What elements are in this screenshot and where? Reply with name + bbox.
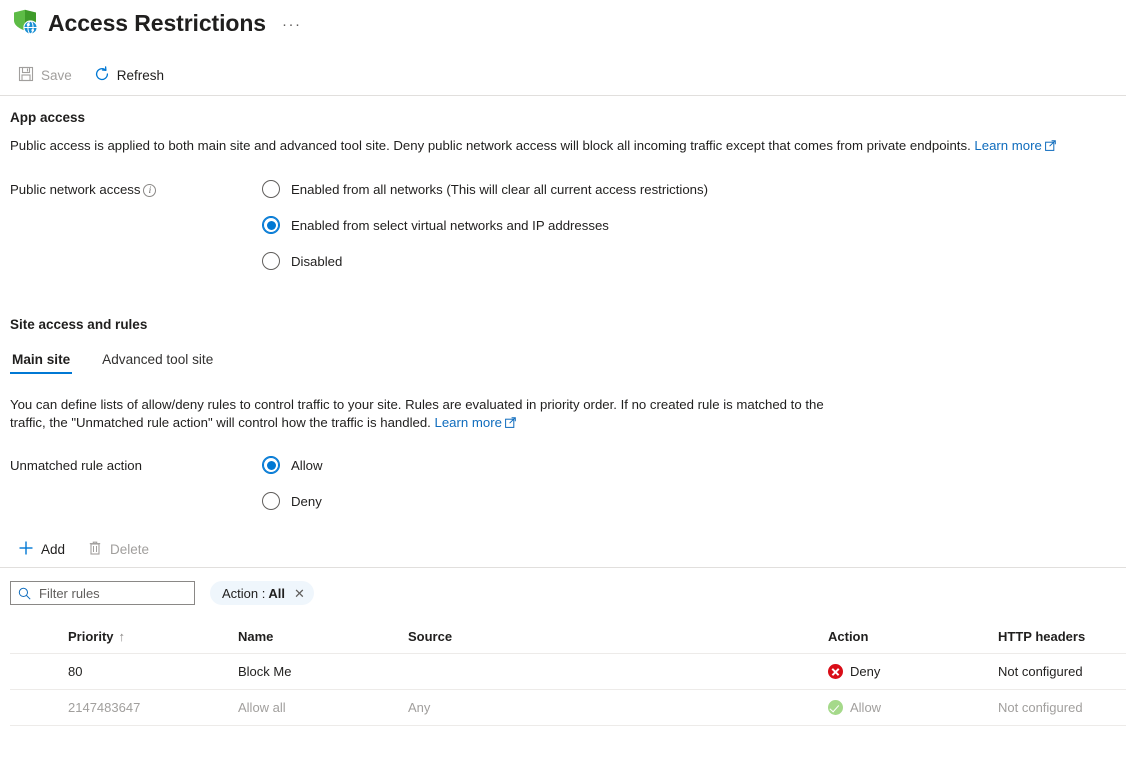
radio-indicator xyxy=(262,252,280,270)
save-disk-icon xyxy=(18,66,34,85)
table-row[interactable]: 80 Block Me Deny Not configured xyxy=(10,653,1126,690)
radio-enabled-all-networks[interactable]: Enabled from all networks (This will cle… xyxy=(262,180,1126,198)
info-icon[interactable]: i xyxy=(143,184,157,197)
cell-action-label: Deny xyxy=(850,664,881,679)
radio-label: Enabled from select virtual networks and… xyxy=(291,217,609,233)
cell-source: Any xyxy=(408,689,828,726)
radio-enabled-select-networks[interactable]: Enabled from select virtual networks and… xyxy=(262,216,1126,234)
cell-source xyxy=(408,653,828,690)
radio-unmatched-deny[interactable]: Deny xyxy=(262,492,1126,510)
save-button-label: Save xyxy=(41,68,72,83)
public-network-access-label: Public network access i xyxy=(10,180,262,270)
search-icon xyxy=(18,587,31,600)
delete-rule-button-label: Delete xyxy=(110,542,150,557)
column-header-http-headers[interactable]: HTTP headers xyxy=(998,629,1126,654)
radio-disabled[interactable]: Disabled xyxy=(262,252,1126,270)
search-input[interactable] xyxy=(39,585,194,601)
site-access-description: You can define lists of allow/deny rules… xyxy=(0,396,840,433)
site-access-description-text: You can define lists of allow/deny rules… xyxy=(10,397,824,430)
save-button[interactable]: Save xyxy=(14,61,80,91)
trash-icon xyxy=(87,540,103,559)
app-access-heading: App access xyxy=(10,110,86,125)
cell-name: Block Me xyxy=(238,653,408,690)
refresh-button-label: Refresh xyxy=(116,68,165,83)
table-header-row: Priority ↑ Name Source Action HTTP header… xyxy=(10,629,1126,654)
app-access-description-text: Public access is applied to both main si… xyxy=(10,138,971,153)
unmatched-rule-action-field: Unmatched rule action Allow Deny xyxy=(0,456,1126,510)
filter-pill-label: Action : xyxy=(222,585,266,601)
add-rule-button-label: Add xyxy=(41,542,66,557)
cell-http-headers: Not configured xyxy=(998,689,1126,726)
radio-indicator xyxy=(262,180,280,198)
more-menu-button[interactable]: ··· xyxy=(282,17,302,32)
filter-bar: Action : All ✕ xyxy=(0,581,1126,605)
command-bar: Save Refresh xyxy=(0,56,1126,96)
shield-globe-icon xyxy=(10,8,40,38)
radio-label: Allow xyxy=(291,457,323,473)
plus-icon xyxy=(18,540,34,559)
site-access-heading: Site access and rules xyxy=(10,317,148,332)
refresh-button[interactable]: Refresh xyxy=(90,61,172,91)
cell-action-label: Allow xyxy=(850,700,882,715)
app-access-description: Public access is applied to both main si… xyxy=(0,137,1100,156)
radio-unmatched-allow[interactable]: Allow xyxy=(262,456,1126,474)
cell-name: Allow all xyxy=(238,689,408,726)
cell-priority: 2147483647 xyxy=(10,689,238,726)
deny-icon xyxy=(828,664,843,679)
rules-table: Priority ↑ Name Source Action HTTP header… xyxy=(10,629,1126,726)
allow-icon xyxy=(828,700,843,715)
public-network-access-radio-group: Enabled from all networks (This will cle… xyxy=(262,180,1126,270)
column-header-name[interactable]: Name xyxy=(238,629,408,654)
filter-pill-value: All xyxy=(268,585,285,601)
tab-main-site[interactable]: Main site xyxy=(10,352,73,374)
cell-action: Allow xyxy=(828,689,998,726)
delete-rule-button[interactable]: Delete xyxy=(83,535,157,565)
add-rule-button[interactable]: Add xyxy=(14,535,73,565)
unmatched-rule-action-label: Unmatched rule action xyxy=(10,458,142,473)
filter-pill-action[interactable]: Action : All ✕ xyxy=(210,581,314,605)
sort-ascending-icon: ↑ xyxy=(118,629,126,644)
cell-priority: 80 xyxy=(10,653,238,690)
public-network-access-field: Public network access i Enabled from all … xyxy=(0,180,1126,270)
radio-label: Disabled xyxy=(291,253,343,269)
column-header-priority[interactable]: Priority ↑ xyxy=(10,629,238,654)
external-link-icon xyxy=(505,415,516,433)
close-icon[interactable]: ✕ xyxy=(294,587,305,600)
radio-indicator xyxy=(262,456,280,474)
table-row[interactable]: 2147483647 Allow all Any Allow Not confi… xyxy=(10,689,1126,726)
radio-indicator xyxy=(262,492,280,510)
radio-label: Enabled from all networks (This will cle… xyxy=(291,181,709,197)
column-header-source[interactable]: Source xyxy=(408,629,828,654)
tab-advanced-tool-site[interactable]: Advanced tool site xyxy=(100,352,215,374)
refresh-icon xyxy=(94,66,110,85)
unmatched-rule-action-radio-group: Allow Deny xyxy=(262,456,1126,510)
app-access-learn-more-link[interactable]: Learn more xyxy=(974,138,1056,156)
search-box[interactable] xyxy=(10,581,195,605)
cell-http-headers: Not configured xyxy=(998,653,1126,690)
title-bar: Access Restrictions ··· xyxy=(0,0,1126,38)
radio-label: Deny xyxy=(291,493,322,509)
cell-action: Deny xyxy=(828,653,998,690)
site-access-learn-more-link[interactable]: Learn more xyxy=(435,415,516,430)
site-tabs: Main site Advanced tool site xyxy=(0,352,1126,374)
column-header-action[interactable]: Action xyxy=(828,629,998,654)
rules-command-bar: Add Delete xyxy=(0,532,1126,568)
external-link-icon xyxy=(1044,138,1056,156)
page-title: Access Restrictions xyxy=(48,9,266,36)
radio-indicator xyxy=(262,216,280,234)
